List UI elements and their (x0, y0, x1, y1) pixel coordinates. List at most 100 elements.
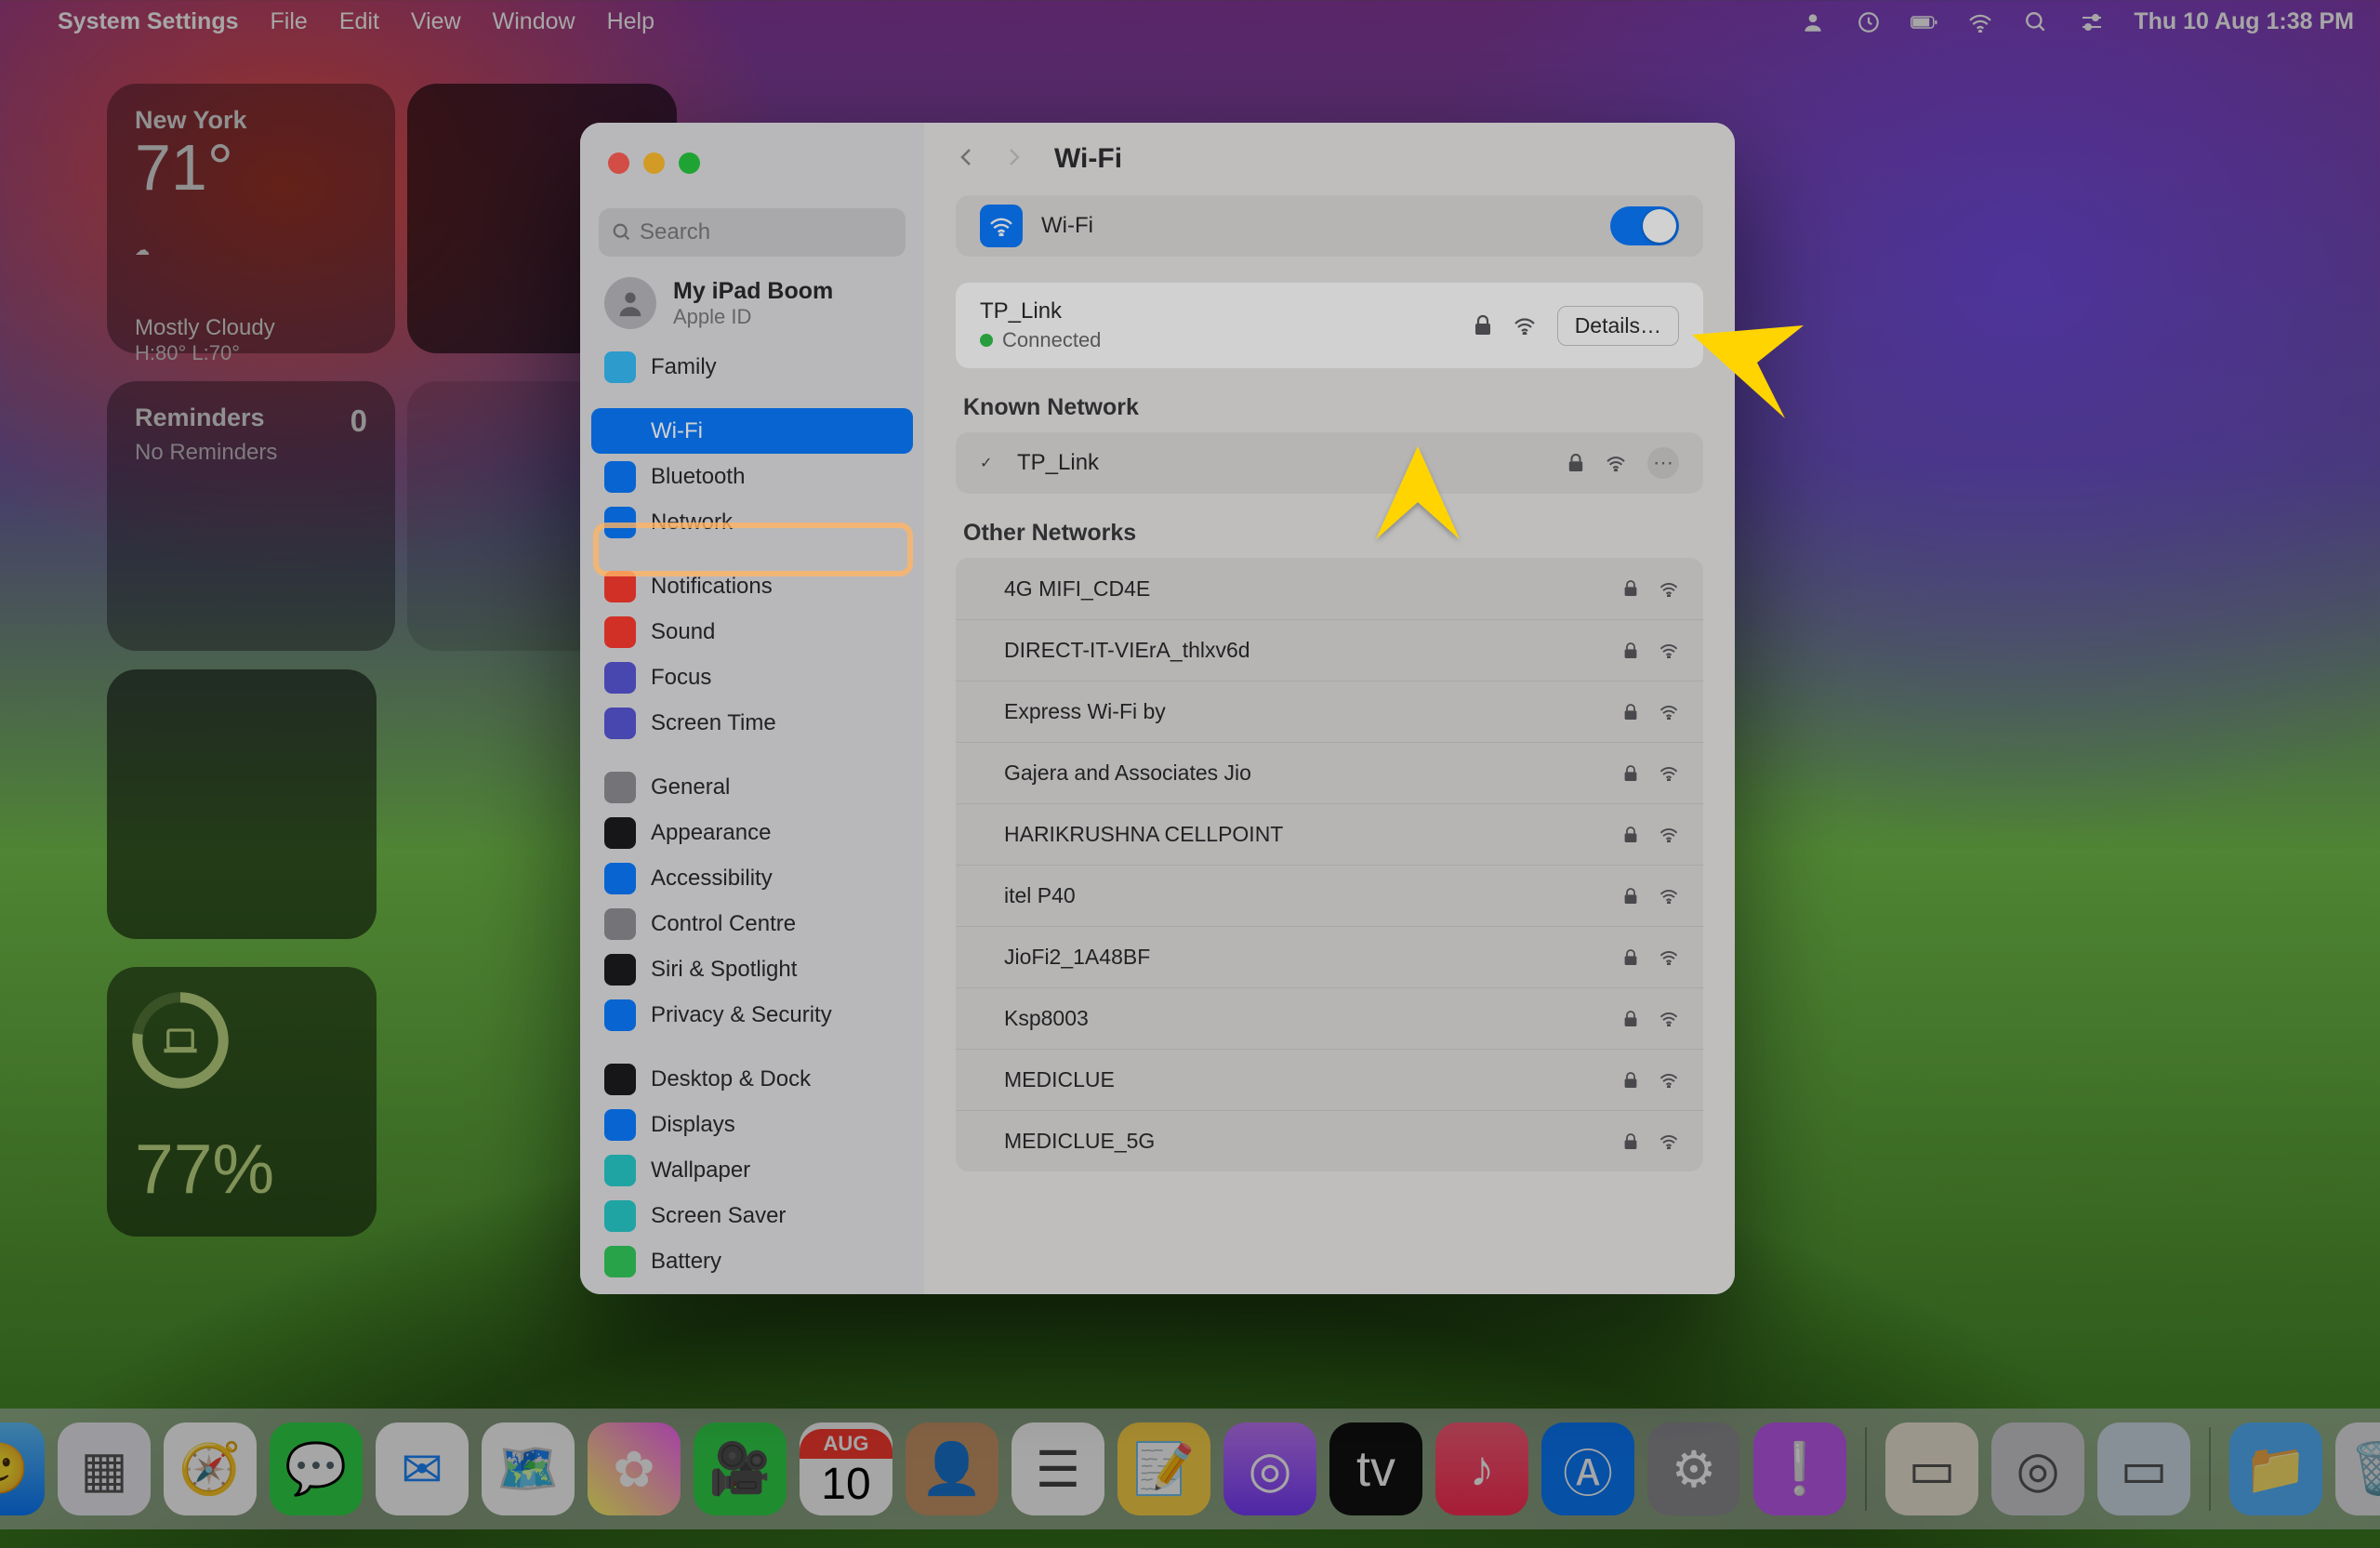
general-icon (604, 772, 636, 803)
dock-recent-1[interactable]: ▭ (1885, 1422, 1978, 1515)
other-network-row[interactable]: JioFi2_1A48BF (956, 926, 1703, 987)
apple-id-row[interactable]: My iPad Boom Apple ID (580, 270, 924, 344)
nav-forward-button[interactable] (1002, 146, 1028, 172)
window-minimize-button[interactable] (643, 152, 665, 174)
control-center-menu-icon[interactable] (2078, 8, 2106, 36)
nav-back-button[interactable] (956, 146, 982, 172)
dock-feedback[interactable]: ❕ (1753, 1422, 1846, 1515)
other-network-row[interactable]: DIRECT-IT-VIErA_thlxv6d (956, 619, 1703, 681)
reminders-widget[interactable]: 0 Reminders No Reminders (107, 381, 395, 651)
battery-widget[interactable]: 77% (107, 967, 377, 1237)
sidebar-search[interactable]: Search (599, 208, 906, 257)
wifi-signal-icon (1659, 1133, 1679, 1149)
lock-icon (1567, 453, 1584, 473)
window-close-button[interactable] (608, 152, 629, 174)
dock-calendar[interactable]: AUG10 (800, 1422, 892, 1515)
dock-recent-2[interactable]: ◎ (1991, 1422, 2084, 1515)
sidebar-item-sound[interactable]: Sound (591, 609, 913, 655)
other-network-row[interactable]: itel P40 (956, 865, 1703, 926)
other-network-row[interactable]: MEDICLUE_5G (956, 1110, 1703, 1171)
other-network-row[interactable]: Express Wi-Fi by (956, 681, 1703, 742)
sidebar-item-wallpaper[interactable]: Wallpaper (591, 1147, 913, 1193)
dock-notes[interactable]: 📝 (1117, 1422, 1210, 1515)
other-network-row[interactable]: MEDICLUE (956, 1049, 1703, 1110)
details-button[interactable]: Details… (1557, 306, 1679, 346)
lock-icon (1623, 642, 1638, 660)
world-clocks-widget[interactable] (107, 669, 377, 939)
dock-trash[interactable]: 🗑️ (2335, 1422, 2380, 1515)
weather-temp: 71° (135, 135, 367, 200)
dock-photos[interactable]: ✿ (588, 1422, 681, 1515)
sidebar-item-screen-saver[interactable]: Screen Saver (591, 1193, 913, 1238)
menubar-app[interactable]: System Settings (58, 8, 239, 35)
user-menu-icon[interactable] (1799, 8, 1827, 36)
dock-tv[interactable]: tv (1329, 1422, 1422, 1515)
other-ssid: Gajera and Associates Jio (1004, 761, 1623, 786)
timemachine-menu-icon[interactable] (1855, 8, 1883, 36)
sidebar-item-notifications[interactable]: Notifications (591, 563, 913, 609)
menu-edit[interactable]: Edit (339, 8, 379, 35)
dock-contacts[interactable]: 👤 (906, 1422, 998, 1515)
dock-appstore[interactable]: Ⓐ (1541, 1422, 1634, 1515)
other-ssid: MEDICLUE (1004, 1067, 1623, 1092)
search-menu-icon[interactable] (2022, 8, 2050, 36)
menu-file[interactable]: File (271, 8, 308, 35)
dock-finder[interactable]: 🙂 (0, 1422, 45, 1515)
dock-safari[interactable]: 🧭 (164, 1422, 257, 1515)
dock-maps[interactable]: 🗺️ (482, 1422, 575, 1515)
sidebar-item-label: Displays (651, 1112, 735, 1138)
menu-view[interactable]: View (411, 8, 461, 35)
dock-mail[interactable]: ✉︎ (376, 1422, 469, 1515)
known-network-row[interactable]: ✓ TP_Link ⋯ (956, 432, 1703, 494)
wifi-toggle-card: Wi-Fi (956, 195, 1703, 257)
battery-menu-icon[interactable] (1911, 8, 1938, 36)
sidebar-item-general[interactable]: General (591, 764, 913, 810)
dock-podcasts[interactable]: ◎ (1223, 1422, 1316, 1515)
sidebar-item-screen-time[interactable]: Screen Time (591, 700, 913, 746)
dock-music[interactable]: ♪ (1435, 1422, 1528, 1515)
sidebar-item-focus[interactable]: Focus (591, 655, 913, 700)
window-zoom-button[interactable] (679, 152, 700, 174)
sidebar-item-family[interactable]: Family (591, 344, 913, 390)
page-title: Wi-Fi (1054, 143, 1122, 175)
other-network-row[interactable]: 4G MIFI_CD4E (956, 558, 1703, 619)
wifi-toggle[interactable] (1610, 206, 1679, 245)
other-network-row[interactable]: Gajera and Associates Jio (956, 742, 1703, 803)
sidebar-item-displays[interactable]: Displays (591, 1102, 913, 1147)
lock-icon (1623, 826, 1638, 844)
sidebar-item-wifi[interactable]: Wi-Fi (591, 408, 913, 454)
wallpaper-icon (604, 1155, 636, 1186)
other-ssid: JioFi2_1A48BF (1004, 945, 1623, 970)
other-network-row[interactable]: HARIKRUSHNA CELLPOINT (956, 803, 1703, 865)
desktop-dock-icon (604, 1064, 636, 1095)
search-placeholder: Search (640, 219, 710, 245)
more-button[interactable]: ⋯ (1647, 447, 1679, 479)
menubar-clock[interactable]: Thu 10 Aug 1:38 PM (2134, 8, 2354, 35)
sidebar-item-battery[interactable]: Battery (591, 1238, 913, 1284)
sidebar-item-siri-spotlight[interactable]: Siri & Spotlight (591, 946, 913, 992)
other-ssid: HARIKRUSHNA CELLPOINT (1004, 822, 1623, 847)
sidebar-item-label: General (651, 774, 730, 800)
sidebar-item-privacy-security[interactable]: Privacy & Security (591, 992, 913, 1038)
sidebar-item-bluetooth[interactable]: Bluetooth (591, 454, 913, 499)
menu-help[interactable]: Help (607, 8, 654, 35)
sidebar-item-accessibility[interactable]: Accessibility (591, 855, 913, 901)
sidebar-item-label: Desktop & Dock (651, 1066, 811, 1092)
other-network-row[interactable]: Ksp8003 (956, 987, 1703, 1049)
sidebar-item-control-centre[interactable]: Control Centre (591, 901, 913, 946)
settings-sidebar: Search My iPad Boom Apple ID Family Wi-Fi… (580, 123, 924, 1294)
menu-window[interactable]: Window (493, 8, 575, 35)
dock-downloads[interactable]: 📁 (2229, 1422, 2322, 1515)
sidebar-item-network[interactable]: Network (591, 499, 913, 545)
dock-facetime[interactable]: 🎥 (694, 1422, 787, 1515)
reminders-count: 0 (350, 404, 367, 439)
weather-widget[interactable]: New York 71° ☁︎ Mostly Cloudy H:80° L:70… (107, 84, 395, 353)
sidebar-item-desktop-dock[interactable]: Desktop & Dock (591, 1056, 913, 1102)
sidebar-item-appearance[interactable]: Appearance (591, 810, 913, 855)
dock-settings[interactable]: ⚙︎ (1647, 1422, 1740, 1515)
dock-launchpad[interactable]: ▦ (58, 1422, 151, 1515)
dock-recent-3[interactable]: ▭ (2097, 1422, 2190, 1515)
dock-messages[interactable]: 💬 (270, 1422, 363, 1515)
dock-reminders[interactable]: ☰ (1012, 1422, 1104, 1515)
wifi-menu-icon[interactable] (1966, 8, 1994, 36)
